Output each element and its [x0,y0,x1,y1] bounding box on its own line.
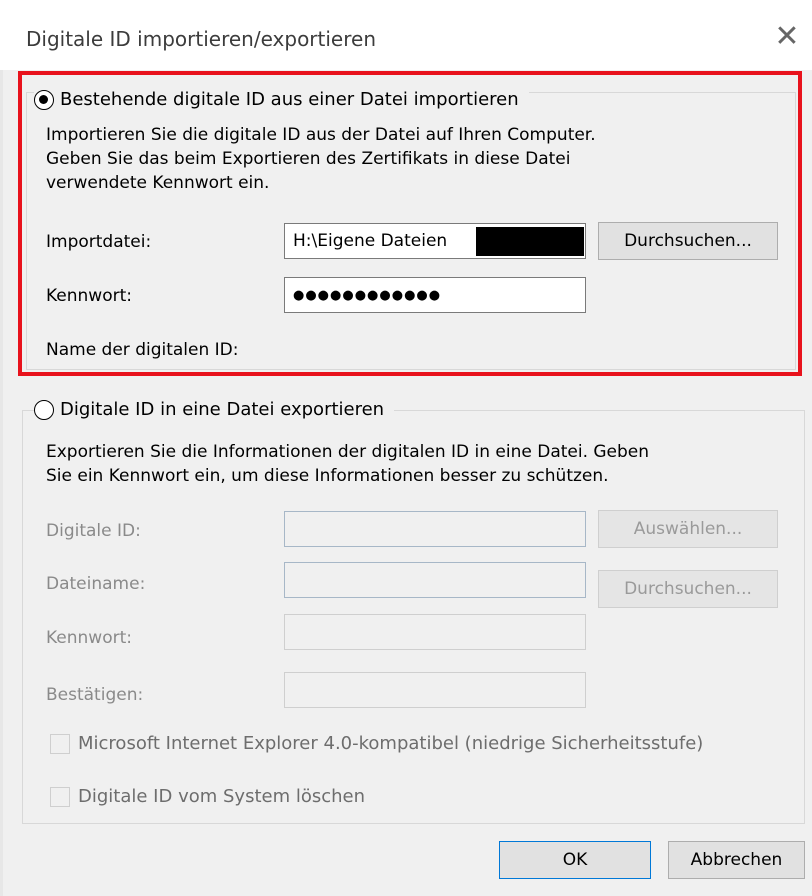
export-description: Exportieren Sie die Informationen der di… [46,440,649,488]
close-icon[interactable]: ✕ [770,20,804,54]
export-radio-button[interactable] [34,399,54,420]
export-digital-id-label: Digitale ID: [46,521,141,541]
export-select-button[interactable]: Auswählen... [598,510,778,548]
export-description-line-1: Exportieren Sie die Informationen der di… [46,442,650,462]
left-edge [0,70,3,896]
ie-compat-checkbox-row[interactable]: Microsoft Internet Explorer 4.0-kompatib… [50,733,703,754]
delete-id-checkbox[interactable] [50,786,70,807]
export-browse-button[interactable]: Durchsuchen... [598,570,778,608]
cancel-button[interactable]: Abbrechen [668,841,805,879]
export-digital-id-input[interactable] [284,511,586,547]
export-filename-label: Dateiname: [46,574,146,594]
ie-compat-checkbox[interactable] [50,733,70,754]
export-confirm-label: Bestätigen: [46,685,144,705]
export-password-field[interactable] [284,614,586,650]
delete-id-checkbox-row[interactable]: Digitale ID vom System löschen [50,786,365,807]
export-confirm-field[interactable] [284,672,586,708]
import-highlight-frame [18,71,802,376]
export-filename-input[interactable] [284,562,586,598]
window-title: Digitale ID importieren/exportieren [26,27,376,51]
export-password-label: Kennwort: [46,628,132,648]
ok-button[interactable]: OK [499,841,651,879]
export-radio-label: Digitale ID in eine Datei exportieren [60,399,385,420]
ie-compat-checkbox-label: Microsoft Internet Explorer 4.0-kompatib… [78,733,704,754]
export-radio-option[interactable]: Digitale ID in eine Datei exportieren [34,399,395,420]
export-description-line-2: Sie ein Kennwort ein, um diese Informati… [46,466,609,486]
title-bar: Digitale ID importieren/exportieren ✕ [0,0,812,70]
delete-id-checkbox-label: Digitale ID vom System löschen [78,786,366,807]
